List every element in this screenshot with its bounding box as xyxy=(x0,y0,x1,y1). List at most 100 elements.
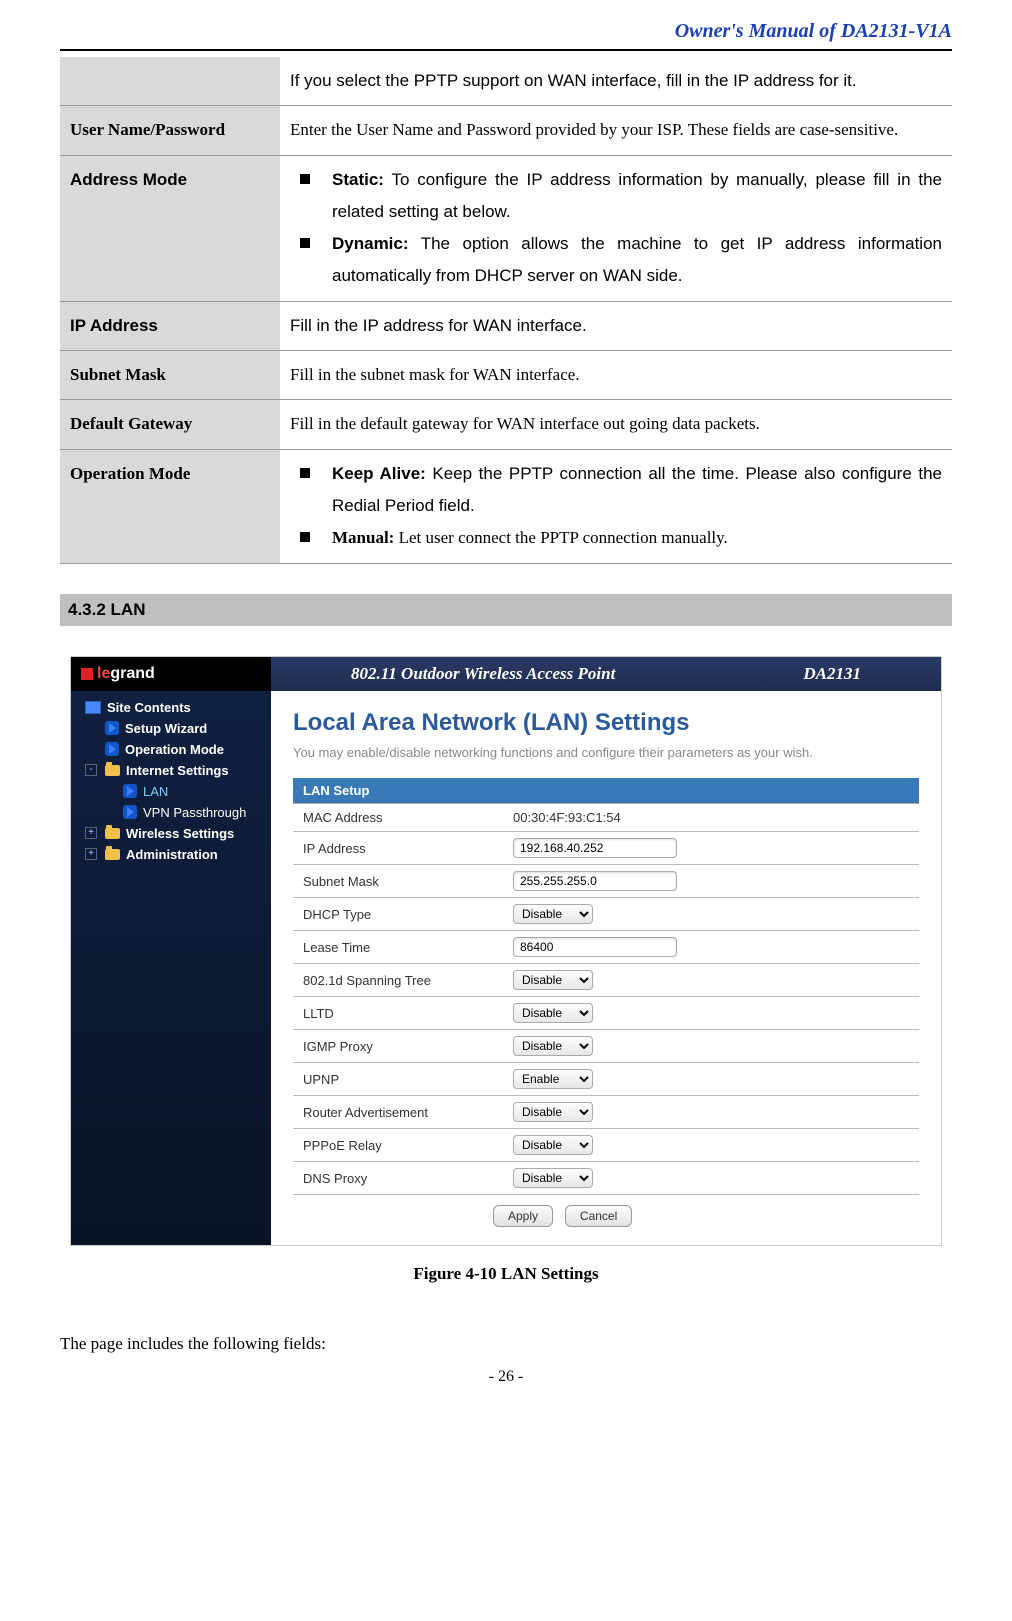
page-number: - 26 - xyxy=(60,1368,952,1386)
sidebar-item-label: Operation Mode xyxy=(125,742,224,757)
field-value-cell: Disable xyxy=(503,1030,919,1063)
select-dropdown[interactable]: Disable xyxy=(513,1135,593,1155)
figure-caption: Figure 4-10 LAN Settings xyxy=(60,1264,952,1284)
arrow-icon xyxy=(105,721,119,735)
field-label: UPNP xyxy=(293,1063,503,1096)
screenshot-banner: legrand 802.11 Outdoor Wireless Access P… xyxy=(71,657,941,691)
table-row: IGMP Proxy Disable xyxy=(293,1030,919,1063)
sidebar-root-label: Site Contents xyxy=(107,700,191,715)
main-panel: Local Area Network (LAN) Settings You ma… xyxy=(271,691,941,1246)
sidebar-root: Site Contents xyxy=(71,697,271,718)
field-label: DNS Proxy xyxy=(293,1162,503,1195)
desc-label: IP Address xyxy=(60,301,280,350)
arrow-icon xyxy=(123,784,137,798)
field-label: 802.1d Spanning Tree xyxy=(293,964,503,997)
desc-value: Fill in the default gateway for WAN inte… xyxy=(280,400,952,449)
text-input[interactable] xyxy=(513,871,677,891)
field-label: PPPoE Relay xyxy=(293,1129,503,1162)
sidebar-item-label: Internet Settings xyxy=(126,763,229,778)
text-input[interactable] xyxy=(513,838,677,858)
field-value-cell: 00:30:4F:93:C1:54 xyxy=(503,804,919,832)
header-rule xyxy=(60,49,952,51)
select-dropdown[interactable]: Enable xyxy=(513,1069,593,1089)
sidebar-item-label: Setup Wizard xyxy=(125,721,207,736)
desc-label: Operation Mode xyxy=(60,449,280,563)
table-row: PPPoE Relay Disable xyxy=(293,1129,919,1162)
brand-logo: legrand xyxy=(71,657,271,691)
select-dropdown[interactable]: Disable xyxy=(513,904,593,924)
table-row: IP Address xyxy=(293,832,919,865)
field-label: IP Address xyxy=(293,832,503,865)
sidebar-nav: Site Contents Setup Wizard Operation Mode -… xyxy=(71,691,271,1246)
square-bullet-icon xyxy=(300,238,310,248)
square-bullet-icon xyxy=(300,174,310,184)
lan-settings-screenshot: legrand 802.11 Outdoor Wireless Access P… xyxy=(70,656,942,1247)
folder-icon xyxy=(105,765,120,776)
sidebar-item[interactable]: + Administration xyxy=(71,844,271,865)
sidebar-subitem-label: VPN Passthrough xyxy=(143,805,246,820)
field-value-cell: Disable xyxy=(503,1129,919,1162)
lan-setup-table: LAN SetupMAC Address00:30:4F:93:C1:54IP … xyxy=(293,778,919,1195)
field-value-cell: Disable xyxy=(503,997,919,1030)
sidebar-item[interactable]: +Wireless Settings xyxy=(71,823,271,844)
field-label: Subnet Mask xyxy=(293,865,503,898)
field-value-cell xyxy=(503,931,919,964)
table-row: Subnet Mask xyxy=(293,865,919,898)
table-row: Router Advertisement Disable xyxy=(293,1096,919,1129)
field-value-cell xyxy=(503,832,919,865)
desc-value: If you select the PPTP support on WAN in… xyxy=(280,57,952,106)
select-dropdown[interactable]: Disable xyxy=(513,1168,593,1188)
field-value-cell xyxy=(503,865,919,898)
doc-header-title: Owner's Manual of DA2131-V1A xyxy=(60,20,952,43)
table-row: MAC Address00:30:4F:93:C1:54 xyxy=(293,804,919,832)
tree-toggle-icon[interactable]: + xyxy=(85,827,97,839)
square-bullet-icon xyxy=(300,468,310,478)
closing-text: The page includes the following fields: xyxy=(60,1334,952,1354)
field-label: IGMP Proxy xyxy=(293,1030,503,1063)
square-bullet-icon xyxy=(300,532,310,542)
apply-button[interactable]: Apply xyxy=(493,1205,553,1227)
desc-label: Subnet Mask xyxy=(60,351,280,400)
panel-title: Local Area Network (LAN) Settings xyxy=(293,709,919,737)
sidebar-subitem-label: LAN xyxy=(143,784,168,799)
lan-setup-header: LAN Setup xyxy=(293,778,919,804)
text-input[interactable] xyxy=(513,937,677,957)
cancel-button[interactable]: Cancel xyxy=(565,1205,632,1227)
field-value-cell: Enable xyxy=(503,1063,919,1096)
tree-toggle-icon[interactable]: - xyxy=(85,764,97,776)
table-row: DHCP Type Disable xyxy=(293,898,919,931)
select-dropdown[interactable]: Disable xyxy=(513,1036,593,1056)
desc-value: Fill in the subnet mask for WAN interfac… xyxy=(280,351,952,400)
field-value-cell: Disable xyxy=(503,1162,919,1195)
description-table: If you select the PPTP support on WAN in… xyxy=(60,57,952,564)
select-dropdown[interactable]: Disable xyxy=(513,1003,593,1023)
sidebar-subitem[interactable]: LAN xyxy=(71,781,271,802)
select-dropdown[interactable]: Disable xyxy=(513,1102,593,1122)
table-row: UPNP Enable xyxy=(293,1063,919,1096)
table-row: DNS Proxy Disable xyxy=(293,1162,919,1195)
field-value-cell: Disable xyxy=(503,898,919,931)
table-row: Lease Time xyxy=(293,931,919,964)
table-row: 802.1d Spanning Tree Disable xyxy=(293,964,919,997)
sidebar-item-label: Administration xyxy=(126,847,218,862)
sidebar-item[interactable]: Operation Mode xyxy=(71,739,271,760)
desc-label: Default Gateway xyxy=(60,400,280,449)
field-label: DHCP Type xyxy=(293,898,503,931)
brand-square-icon xyxy=(81,668,93,680)
select-dropdown[interactable]: Disable xyxy=(513,970,593,990)
bullet-text: Dynamic: The option allows the machine t… xyxy=(332,228,942,293)
sidebar-subitem[interactable]: VPN Passthrough xyxy=(71,802,271,823)
desc-value: Fill in the IP address for WAN interface… xyxy=(280,301,952,350)
sidebar-item[interactable]: - Internet Settings xyxy=(71,760,271,781)
brand-suffix: grand xyxy=(110,665,154,683)
desc-label: User Name/Password xyxy=(60,106,280,155)
bullet-text: Static: To configure the IP address info… xyxy=(332,164,942,229)
desc-label xyxy=(60,57,280,106)
folder-icon xyxy=(105,828,120,839)
arrow-icon xyxy=(123,805,137,819)
section-heading-lan: 4.3.2 LAN xyxy=(60,594,952,626)
sidebar-item[interactable]: Setup Wizard xyxy=(71,718,271,739)
table-row: LLTDDisable xyxy=(293,997,919,1030)
tree-toggle-icon[interactable]: + xyxy=(85,848,97,860)
field-label: Router Advertisement xyxy=(293,1096,503,1129)
